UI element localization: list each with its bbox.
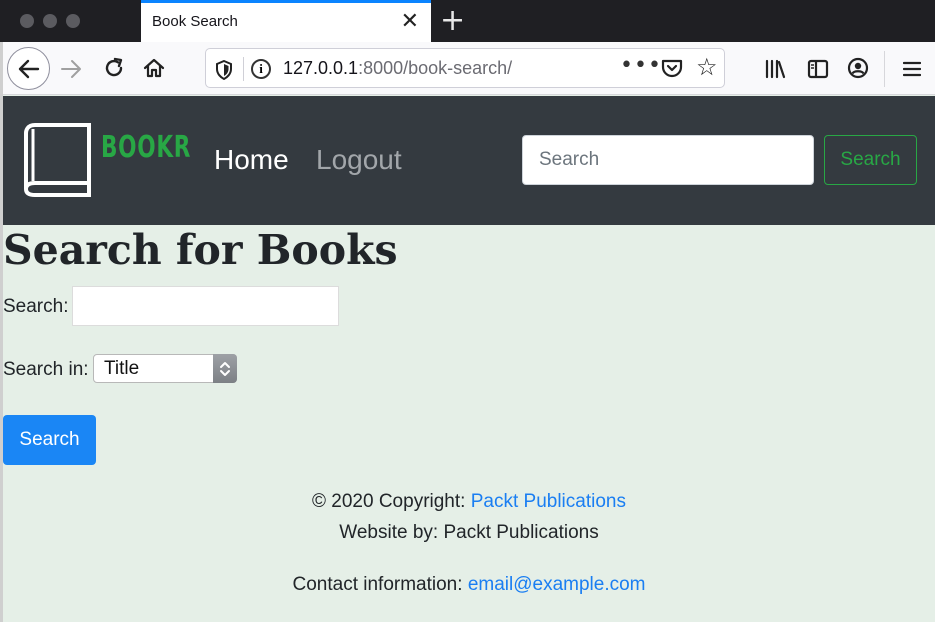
info-icon[interactable]: i [251, 59, 271, 79]
site-navbar: BOOKR Home Logout Search [3, 96, 935, 225]
search-submit-button[interactable]: Search [3, 415, 96, 465]
book-logo-icon[interactable] [23, 121, 95, 203]
close-window-button[interactable] [20, 14, 34, 28]
browser-toolbar: i 127.0.0.1:8000/book-search/ ••• ☆ [0, 42, 935, 95]
maximize-window-button[interactable] [66, 14, 80, 28]
window-controls [20, 14, 80, 28]
nav-link-logout[interactable]: Logout [316, 144, 402, 176]
url-bar[interactable]: i 127.0.0.1:8000/book-search/ ••• ☆ [205, 48, 725, 88]
forward-arrow-icon[interactable] [55, 54, 87, 84]
publisher-link[interactable]: Packt Publications [471, 491, 626, 512]
tab-title: Book Search [152, 13, 238, 30]
search-in-label: Search in: [3, 359, 89, 380]
sidebar-icon[interactable] [803, 54, 833, 84]
reload-icon[interactable] [98, 52, 130, 84]
pocket-icon[interactable] [661, 58, 683, 82]
contact-label: Contact information: [292, 574, 468, 595]
page-actions-icon[interactable]: ••• [620, 53, 662, 78]
brand-name[interactable]: BOOKR [101, 130, 191, 165]
bookmark-star-icon[interactable]: ☆ [696, 53, 718, 81]
url-text[interactable]: 127.0.0.1:8000/book-search/ [283, 58, 512, 79]
navbar-search-button[interactable]: Search [824, 135, 917, 185]
toolbar-divider [884, 51, 885, 87]
account-icon[interactable] [843, 53, 873, 83]
up-down-chevron-icon[interactable] [213, 354, 237, 383]
search-in-selected: Title [104, 358, 140, 379]
tab-book-search[interactable]: Book Search ✕ [141, 0, 431, 42]
search-input[interactable] [72, 286, 339, 326]
browser-tab-strip: Book Search ✕ + [0, 0, 935, 42]
close-icon[interactable]: ✕ [401, 8, 419, 36]
back-arrow-icon[interactable] [7, 47, 50, 90]
navbar-search-input[interactable] [522, 135, 814, 185]
url-divider [243, 57, 244, 81]
nav-link-home[interactable]: Home [214, 144, 289, 176]
copyright-text: © 2020 Copyright: [312, 491, 471, 512]
home-icon[interactable] [138, 52, 170, 84]
footer-copyright: © 2020 Copyright: Packt Publications [3, 491, 935, 513]
minimize-window-button[interactable] [43, 14, 57, 28]
footer-website-by: Website by: Packt Publications [339, 522, 599, 543]
hamburger-menu-icon[interactable] [897, 54, 927, 84]
footer-contact: Contact information: email@example.com [3, 574, 935, 596]
library-icon[interactable] [760, 54, 790, 84]
url-host: 127.0.0.1 [283, 58, 359, 78]
shield-icon[interactable] [215, 59, 233, 84]
page-title: Search for Books [3, 226, 398, 274]
search-label: Search: [3, 296, 69, 317]
url-path: :8000/book-search/ [358, 58, 513, 78]
email-link[interactable]: email@example.com [468, 574, 646, 595]
plus-icon[interactable]: + [440, 3, 465, 39]
search-in-select[interactable]: Title [93, 354, 237, 383]
